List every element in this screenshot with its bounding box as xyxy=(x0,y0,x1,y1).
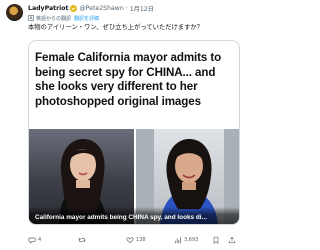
retweet-icon xyxy=(78,237,86,243)
translate-icon xyxy=(28,15,34,21)
action-bar: 4 138 3,693 xyxy=(28,233,240,247)
share-icon xyxy=(228,236,236,244)
card-headline: Female California mayor admits to being … xyxy=(35,51,222,108)
share-button[interactable] xyxy=(228,236,238,244)
views-button[interactable]: 3,693 xyxy=(174,236,198,244)
translation-notice: 英語からの翻訳 翻訳を評価 xyxy=(28,14,240,22)
tweet-body: LadyPatriot @Pete2Shawn · 1月12日 英語からの翻訳 … xyxy=(28,3,240,32)
views-icon xyxy=(175,237,181,244)
reply-count: 4 xyxy=(38,237,42,243)
reply-button[interactable]: 4 xyxy=(28,236,41,244)
author-name[interactable]: LadyPatriot xyxy=(28,5,68,12)
card-caption: California mayor admits being CHINA spy,… xyxy=(35,214,207,221)
rate-translation-link[interactable]: 翻訳を評価 xyxy=(74,15,99,22)
bookmark-icon xyxy=(213,236,219,244)
author-handle[interactable]: @Pete2Shawn xyxy=(79,5,123,12)
translation-label: 英語からの翻訳 xyxy=(36,15,72,22)
card-image[interactable]: California mayor admits being CHINA spy,… xyxy=(29,129,239,224)
tweet-header: LadyPatriot @Pete2Shawn · 1月12日 xyxy=(28,3,240,13)
views-count: 3,693 xyxy=(184,237,199,243)
bookmark-button[interactable] xyxy=(212,236,222,244)
avatar[interactable] xyxy=(6,4,23,21)
heart-icon xyxy=(126,237,134,244)
verified-badge-icon xyxy=(70,4,78,12)
reply-icon xyxy=(28,237,36,244)
like-count: 138 xyxy=(136,237,146,243)
like-button[interactable]: 138 xyxy=(126,236,146,244)
retweet-button[interactable] xyxy=(78,236,88,244)
separator-dot: · xyxy=(125,4,128,12)
timestamp[interactable]: 1月12日 xyxy=(130,4,154,13)
tweet-text: 本物のアイリーン・ワン、ぜひ立ち上がっていただけますか？ xyxy=(28,24,203,31)
link-card[interactable]: Female California mayor admits to being … xyxy=(28,40,240,225)
